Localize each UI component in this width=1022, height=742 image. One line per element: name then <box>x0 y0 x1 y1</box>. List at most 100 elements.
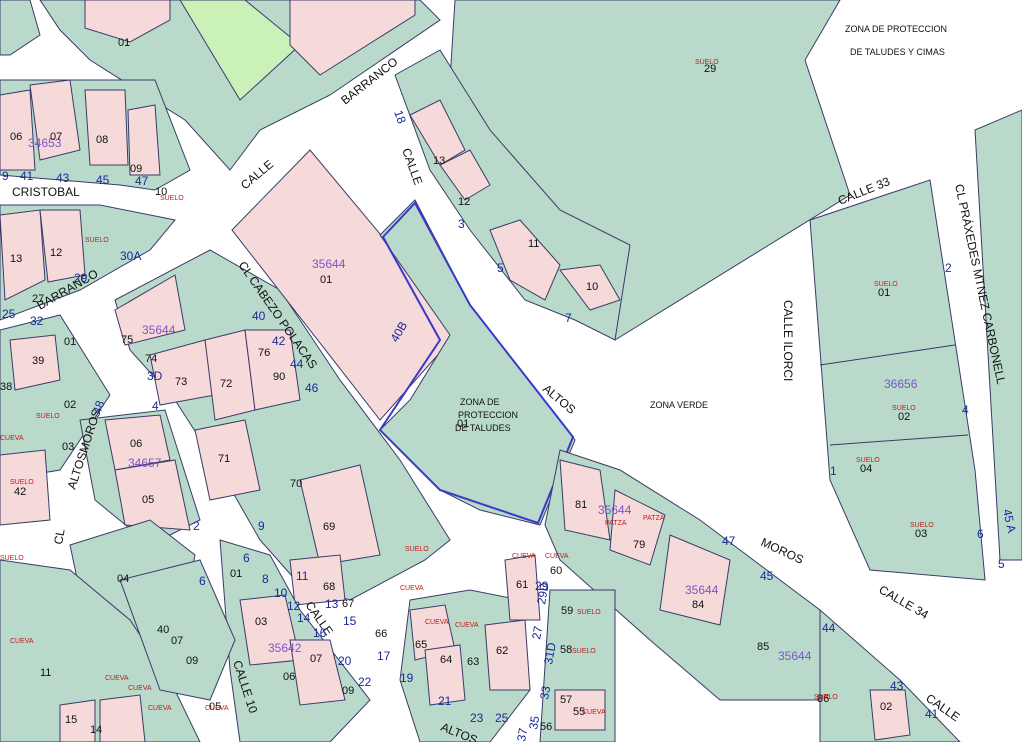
plot-13w: 13 <box>10 253 22 265</box>
suelo-01c: SUELO <box>874 281 898 288</box>
plot-27: 27 <box>32 293 44 305</box>
cueva-3: CUEVA <box>400 585 424 592</box>
ref-35644-e: 35644 <box>778 649 812 663</box>
plot-03s: 03 <box>255 616 267 628</box>
plot-68: 68 <box>323 581 335 593</box>
num-43: 43 <box>56 171 70 185</box>
num-25: 25 <box>2 307 16 321</box>
num-3d: 3D <box>147 369 163 383</box>
num-45b: 45 <box>760 569 774 583</box>
plot-01b: 01 <box>320 274 332 286</box>
plot-40: 40 <box>157 624 169 636</box>
num-46: 46 <box>305 381 319 395</box>
plot-61: 61 <box>516 579 528 591</box>
plot-42w: 42 <box>14 486 26 498</box>
patza-1: PATZA <box>605 520 627 527</box>
plot-39: 39 <box>32 355 44 367</box>
suelo-03c: SUELO <box>910 522 934 529</box>
plot-57: 57 <box>560 694 572 706</box>
suelo-w-02: SUELO <box>36 413 60 420</box>
plot-59: 59 <box>561 605 573 617</box>
plot-02c: 02 <box>898 411 910 423</box>
plot-56: 56 <box>540 721 552 733</box>
street-calle-ilorci: CALLE ILORCI <box>781 300 795 381</box>
num-10: 10 <box>274 586 288 600</box>
suelo-w-42: SUELO <box>10 479 34 486</box>
ref-36656: 36656 <box>884 377 918 391</box>
num-6e: 6 <box>977 527 984 541</box>
plot-08: 08 <box>96 134 108 146</box>
num-8: 8 <box>262 572 269 586</box>
plot-01d: 01 <box>457 418 469 430</box>
plot-65: 65 <box>415 639 427 651</box>
plot-74: 74 <box>145 353 157 365</box>
parcel-08[interactable] <box>84 89 129 166</box>
suelo-59: SUELO <box>577 609 601 616</box>
parcel-15[interactable] <box>99 694 146 742</box>
num-44: 44 <box>290 357 304 371</box>
num-20: 20 <box>338 654 352 668</box>
suelo-58: SUELO <box>572 648 596 655</box>
street-moros: MOROS <box>759 535 806 567</box>
num-9b: 9 <box>258 519 265 533</box>
plot-01a: 01 <box>118 37 130 49</box>
num-6b: 6 <box>243 551 250 565</box>
num-15: 15 <box>343 614 357 628</box>
plot-02e: 02 <box>880 701 892 713</box>
num-45: 45 <box>96 173 110 187</box>
zone-taludes-cimas-1: ZONA DE PROTECCION <box>845 24 947 34</box>
num-21: 21 <box>438 694 452 708</box>
cueva-11: CUEVA <box>582 709 606 716</box>
plot-01s: 01 <box>230 568 242 580</box>
num-29: 29 <box>74 271 88 285</box>
num-5e: 5 <box>998 557 1005 571</box>
suelo-02c: SUELO <box>892 405 916 412</box>
street-calle-n: CALLE <box>399 146 425 187</box>
suelo-w-12: SUELO <box>85 237 109 244</box>
plot-09: 09 <box>130 163 142 175</box>
suelo-65: SUELO <box>405 546 429 553</box>
plot-14: 14 <box>90 724 102 736</box>
cadastral-map[interactable]: CALLE BARRANCO CRISTOBAL BARRANCO CL CAB… <box>0 0 1022 742</box>
plot-38: 38 <box>0 381 12 393</box>
ref-35644-c: 35644 <box>598 503 632 517</box>
parcel-02se[interactable] <box>869 689 911 741</box>
num-6: 6 <box>199 574 206 588</box>
cueva-12: CUEVA <box>205 705 229 712</box>
plot-06w: 06 <box>130 438 142 450</box>
num-18: 18 <box>391 108 409 126</box>
plot-72: 72 <box>220 378 232 390</box>
plot-03c: 03 <box>915 528 927 540</box>
plot-67: 67 <box>342 598 354 610</box>
plot-05w: 05 <box>142 494 154 506</box>
cueva-8: CUEVA <box>128 685 152 692</box>
num-4e: 4 <box>962 403 969 417</box>
cueva-6: CUEVA <box>10 638 34 645</box>
num-25b: 25 <box>495 711 509 725</box>
block-northwest[interactable] <box>0 0 41 56</box>
cueva-2: CUEVA <box>545 553 569 560</box>
suelo-86: SUELO <box>814 694 838 701</box>
street-cl-w: CL <box>51 528 68 546</box>
plot-75: 75 <box>121 334 133 346</box>
cueva-9: CUEVA <box>148 705 172 712</box>
num-23: 23 <box>470 711 484 725</box>
plot-06s: 06 <box>283 671 295 683</box>
num-32: 32 <box>30 314 44 328</box>
num-30a: 30A <box>120 249 141 263</box>
num-9: 9 <box>2 169 9 183</box>
num-41b: 41 <box>925 707 939 721</box>
plot-60: 60 <box>550 565 562 577</box>
plot-07b: 07 <box>171 635 183 647</box>
ref-34657: 34657 <box>128 456 162 470</box>
num-29b: 29 <box>535 579 549 593</box>
plot-03w: 03 <box>62 441 74 453</box>
street-cristobal: CRISTOBAL <box>12 185 80 199</box>
parcel-06[interactable] <box>0 89 36 171</box>
plot-90: 90 <box>273 371 285 383</box>
num-11: 11 <box>296 569 309 583</box>
plot-70: 70 <box>290 478 302 490</box>
zone-verde: ZONA VERDE <box>650 400 708 410</box>
num-43b: 43 <box>890 679 904 693</box>
plot-13: 13 <box>433 155 445 167</box>
